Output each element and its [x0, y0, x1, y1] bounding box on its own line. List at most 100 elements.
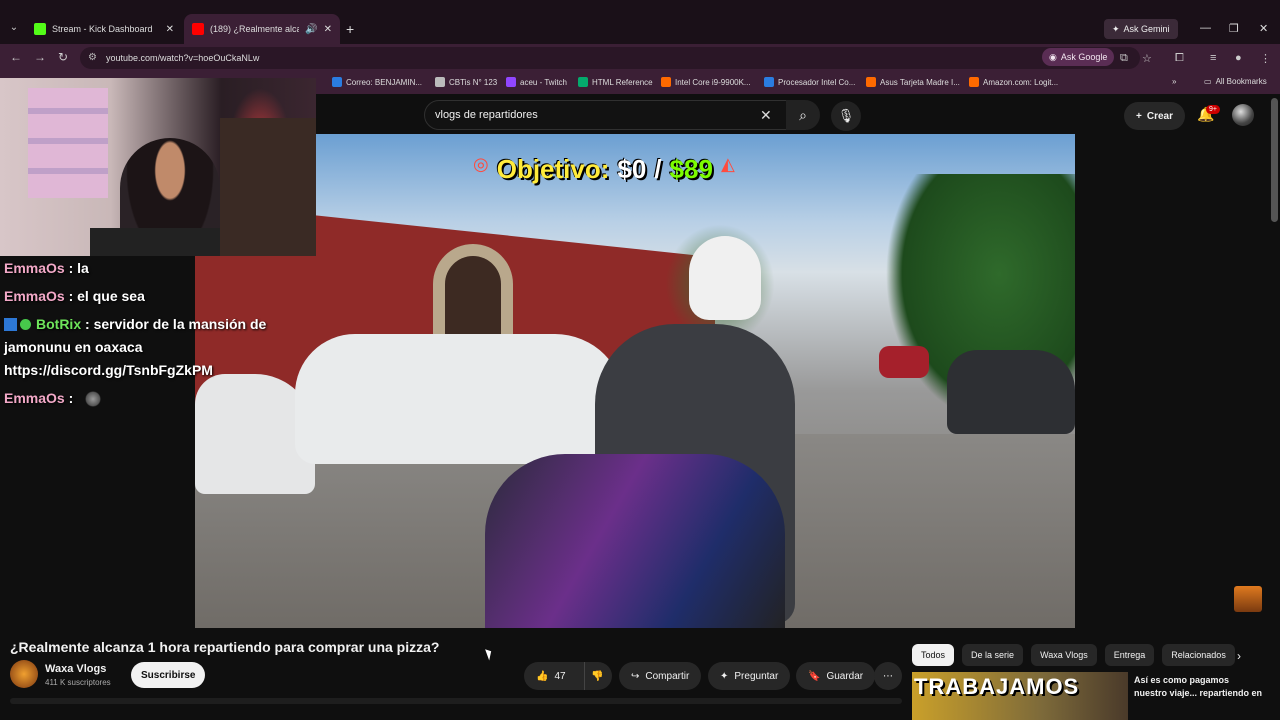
ask-button[interactable]: ✦ Preguntar: [708, 662, 791, 690]
chat-message: EmmaOs : la: [4, 257, 294, 280]
goal-target: $89: [669, 154, 713, 184]
channel-subscribers: 411 K suscriptores: [45, 678, 111, 687]
extensions-icon[interactable]: ⧠: [1175, 52, 1184, 65]
bookmark-star-icon[interactable]: ☆: [1142, 52, 1152, 65]
all-bookmarks-folder[interactable]: ▭ All Bookmarks: [1204, 77, 1267, 86]
plus-icon: +: [1136, 110, 1142, 122]
menu-dots-icon[interactable]: ⋮: [1260, 52, 1271, 65]
bookmark-favicon-icon: [332, 77, 342, 87]
search-value: vlogs de repartidores: [435, 109, 538, 121]
recommended-video-thumbnail[interactable]: TRABAJAMOS: [912, 672, 1128, 720]
search-input[interactable]: vlogs de repartidores: [424, 100, 790, 130]
page-scrollbar[interactable]: [1271, 98, 1278, 222]
minimize-icon[interactable]: —: [1200, 22, 1211, 34]
bookmark-item[interactable]: Intel Core i9-9900K...: [661, 77, 751, 87]
new-tab-button[interactable]: +: [346, 21, 354, 37]
create-button[interactable]: + Crear: [1124, 102, 1185, 130]
chip-relacionados[interactable]: Relacionados: [1162, 644, 1235, 666]
video-title: ¿Realmente alcanza 1 hora repartiendo pa…: [10, 639, 440, 655]
bookmark-icon: 🔖: [808, 670, 821, 682]
chip-waxa-vlogs[interactable]: Waxa Vlogs: [1031, 644, 1097, 666]
chat-message: EmmaOs :: [4, 387, 294, 410]
tab-search-icon[interactable]: ⌄: [6, 20, 22, 36]
account-avatar[interactable]: [1232, 104, 1254, 126]
chat-username: EmmaOs: [4, 390, 65, 406]
chip-entrega[interactable]: Entrega: [1104, 644, 1155, 666]
close-window-icon[interactable]: ✕: [1259, 22, 1268, 35]
close-tab-icon[interactable]: ✕: [324, 24, 332, 35]
video-player[interactable]: ◎ Objetivo: $0 / $89 ◭: [195, 134, 1075, 628]
bookmark-item[interactable]: HTML Reference: [578, 77, 653, 87]
chevron-right-icon[interactable]: ›: [1237, 649, 1241, 663]
close-tab-icon[interactable]: ✕: [166, 24, 174, 35]
description-box-edge: [10, 698, 902, 704]
ask-gemini-button[interactable]: ✦ Ask Gemini: [1104, 19, 1178, 39]
webcam-posters: [28, 88, 108, 198]
stream-chat-overlay: EmmaOs : la EmmaOs : el que sea BotRix :…: [4, 252, 294, 410]
tab-youtube-video[interactable]: (189) ¿Realmente alcanza 1 🔊 ✕: [184, 14, 340, 44]
clear-search-icon[interactable]: ✕: [760, 107, 772, 124]
amazon-icon: [866, 77, 876, 87]
save-button[interactable]: 🔖 Guardar: [796, 662, 876, 690]
url-text: youtube.com/watch?v=hoeOuCkaNLw: [106, 53, 260, 63]
thumbnail-text: TRABAJAMOS: [914, 674, 1080, 699]
install-app-icon[interactable]: ⧉: [1120, 52, 1128, 65]
lens-icon: ◉: [1049, 51, 1057, 62]
tab-label: Stream - Kick Dashboard: [52, 24, 153, 34]
like-count: 47: [554, 670, 566, 682]
subscribe-button[interactable]: Suscribirse: [131, 662, 206, 688]
amazon-icon: [969, 77, 979, 87]
related-filter-chips: Todos De la serie Waxa Vlogs Entrega Rel…: [912, 644, 1235, 666]
like-button[interactable]: 👍 47: [524, 662, 584, 690]
bookmark-item[interactable]: CBTis N° 123: [435, 77, 497, 87]
site-info-icon[interactable]: ⚙: [88, 52, 97, 63]
bot-badge-icon: [4, 318, 17, 331]
goal-current: $0: [617, 154, 647, 184]
kick-icon: [34, 23, 46, 35]
more-actions-icon[interactable]: ⋯: [874, 662, 902, 690]
bookmark-item[interactable]: Asus Tarjeta Madre I...: [866, 77, 960, 87]
share-button[interactable]: ↪ Compartir: [619, 662, 702, 690]
sparkle-icon: ✦: [720, 670, 729, 682]
video-scene-helmet: [689, 236, 761, 320]
more-bookmarks-icon[interactable]: »: [1172, 77, 1176, 86]
goal-prefix: Objetivo:: [496, 154, 610, 184]
tab-kick-dashboard[interactable]: Stream - Kick Dashboard ✕: [26, 14, 182, 44]
tab-label: (189) ¿Realmente alcanza 1: [210, 24, 300, 34]
restore-icon[interactable]: ❐: [1229, 22, 1239, 35]
browser-tab-bar: ⌄ Stream - Kick Dashboard ✕ (189) ¿Realm…: [0, 0, 1280, 44]
channel-watermark-logo: [1234, 586, 1262, 612]
bookmark-item[interactable]: Correo: BENJAMIN...: [332, 77, 422, 87]
chat-text: : el que sea: [68, 288, 145, 304]
profile-icon[interactable]: ●: [1235, 52, 1242, 64]
ask-google-button[interactable]: ◉ Ask Google: [1042, 48, 1115, 66]
search-icon[interactable]: ⌕: [786, 100, 820, 130]
chat-message: BotRix : servidor de la mansión de jamon…: [4, 313, 294, 382]
bookmark-favicon-icon: [435, 77, 445, 87]
back-icon[interactable]: ←: [10, 50, 22, 64]
chat-message: EmmaOs : el que sea: [4, 285, 294, 308]
bookmark-item[interactable]: aceu - Twitch: [506, 77, 567, 87]
speaker-icon[interactable]: 🔊: [305, 24, 317, 35]
bookmark-item[interactable]: Amazon.com: Logit...: [969, 77, 1058, 87]
chip-todos[interactable]: Todos: [912, 644, 955, 666]
video-scene-motorcycle: [485, 454, 785, 628]
w3schools-icon: [578, 77, 588, 87]
reload-icon[interactable]: ↻: [58, 50, 68, 64]
forward-icon[interactable]: →: [34, 50, 46, 64]
thumbs-up-icon: 👍: [536, 670, 549, 682]
channel-name[interactable]: Waxa Vlogs: [45, 663, 106, 675]
chat-username: EmmaOs: [4, 260, 65, 276]
address-bar[interactable]: ⚙ youtube.com/watch?v=hoeOuCkaNLw: [80, 47, 1140, 69]
video-scene-dark-car: [947, 350, 1075, 434]
dislike-button[interactable]: 👎: [584, 662, 612, 690]
recommended-video-title[interactable]: Así es como pagamos nuestro viaje... rep…: [1134, 674, 1264, 700]
pizza-icon: ◭: [720, 154, 735, 174]
channel-avatar[interactable]: [10, 660, 38, 688]
media-icon[interactable]: ≡: [1210, 52, 1216, 64]
microphone-icon[interactable]: 🎙: [831, 101, 861, 131]
chip-de-la-serie[interactable]: De la serie: [962, 644, 1024, 666]
bookmark-item[interactable]: Procesador Intel Co...: [764, 77, 855, 87]
video-scene-red-car: [879, 346, 929, 378]
emote-icon: [85, 391, 102, 407]
